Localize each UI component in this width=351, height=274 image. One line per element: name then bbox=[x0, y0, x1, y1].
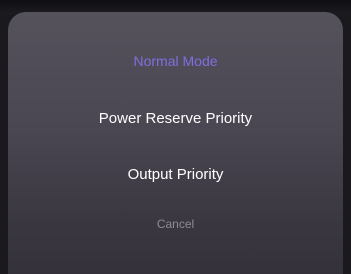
power-reserve-priority-option[interactable]: Power Reserve Priority bbox=[8, 98, 343, 138]
normal-mode-option[interactable]: Normal Mode bbox=[8, 41, 343, 81]
mode-selection-sheet: Normal Mode Power Reserve Priority Outpu… bbox=[8, 12, 343, 274]
cancel-button[interactable]: Cancel bbox=[8, 206, 343, 242]
output-priority-option[interactable]: Output Priority bbox=[8, 154, 343, 194]
